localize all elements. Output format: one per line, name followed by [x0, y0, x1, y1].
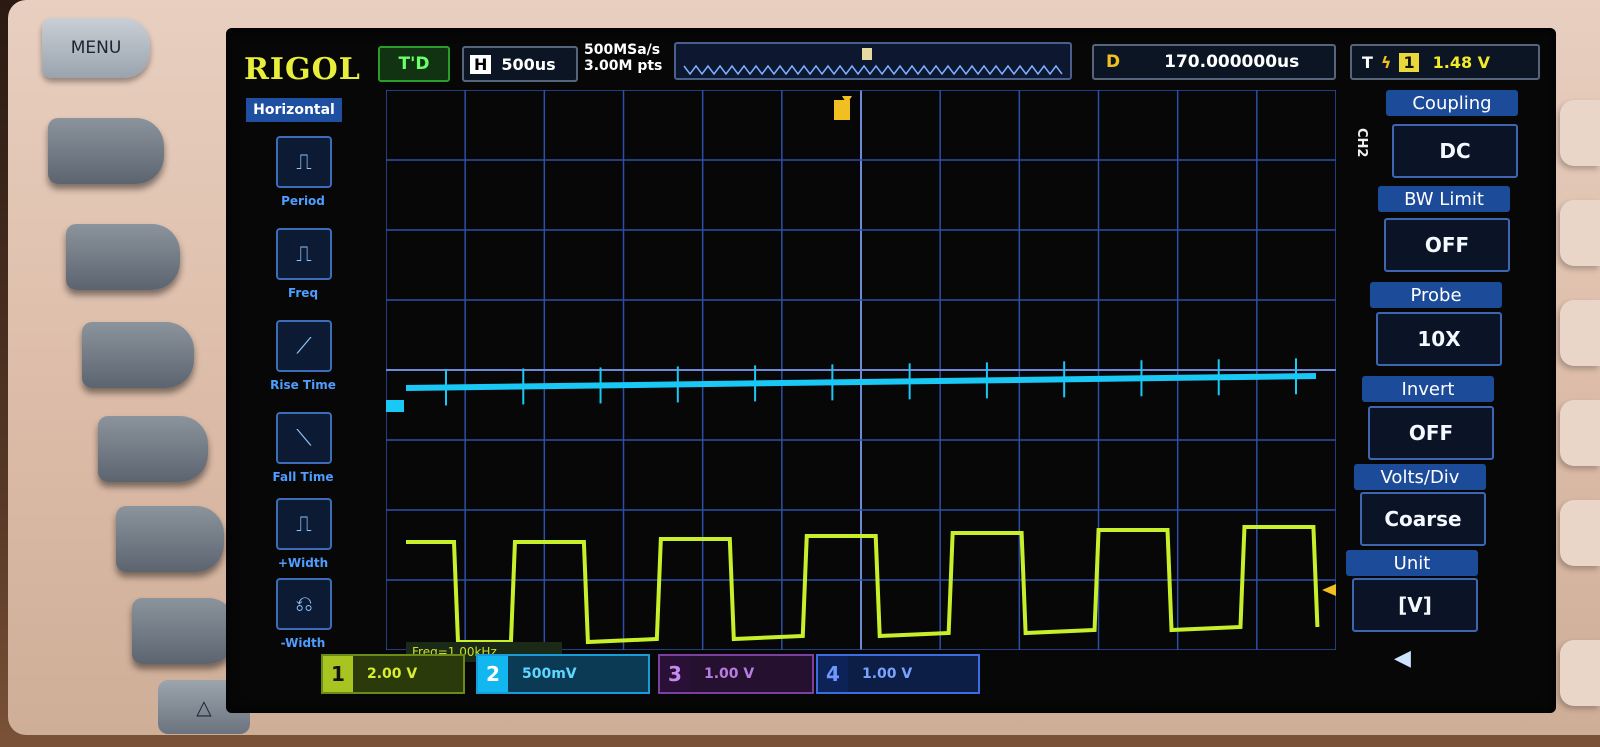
- menu-item-label: -Width: [280, 636, 326, 650]
- unit-header: Unit: [1346, 550, 1478, 576]
- sample-rate: 500MSa/s: [584, 42, 661, 58]
- probe-value[interactable]: 10X: [1376, 312, 1502, 366]
- frequency-icon: ⎍: [276, 228, 332, 280]
- invert-value[interactable]: OFF: [1368, 406, 1494, 460]
- channel-number: 1: [323, 656, 353, 692]
- acquisition-info: 500MSa/s 3.00M pts: [584, 42, 662, 74]
- timebase-box[interactable]: H 500us: [462, 46, 578, 82]
- channel-number: 3: [660, 656, 690, 692]
- softkey-2[interactable]: [66, 224, 180, 290]
- trigger-level: 1.48 V: [1432, 52, 1491, 72]
- bw-limit-value[interactable]: OFF: [1384, 218, 1510, 272]
- right-softkey-3[interactable]: [1560, 300, 1600, 366]
- volts-div-value[interactable]: Coarse: [1360, 492, 1486, 546]
- menu-title: Horizontal: [246, 98, 342, 122]
- coupling-header: Coupling: [1386, 90, 1518, 116]
- trigger-t-marker-icon: [834, 100, 850, 120]
- trigger-position-icon: [862, 48, 872, 60]
- rising-edge-icon: ϟ: [1380, 52, 1392, 72]
- probe-header: Probe: [1370, 282, 1502, 308]
- channel-2-box[interactable]: 2 500mV: [476, 654, 650, 694]
- waveform-graticule: [386, 90, 1336, 650]
- brand-logo: RIGOL: [244, 52, 361, 87]
- channel-scale: 1.00 V: [704, 666, 755, 682]
- softkey-4[interactable]: [98, 416, 208, 482]
- channel-1-box[interactable]: 1 2.00 V: [321, 654, 465, 694]
- coupling-value[interactable]: DC: [1392, 124, 1518, 178]
- channel-3-box[interactable]: 3 1.00 V: [658, 654, 814, 694]
- menu-item-negative-width[interactable]: ⎌ -Width: [268, 578, 338, 666]
- menu-item-period[interactable]: ⎍ Period: [268, 136, 338, 224]
- channel-number: 2: [478, 656, 508, 692]
- right-softkey-1[interactable]: [1560, 100, 1600, 166]
- delay-value: 170.000000us: [1164, 52, 1300, 72]
- timebase-tag: H: [470, 54, 492, 74]
- menu-item-label: Period: [281, 194, 325, 208]
- right-softkey-4[interactable]: [1560, 400, 1600, 466]
- trigger-source: 1: [1399, 52, 1419, 72]
- memory-overview-wave: [683, 48, 1063, 76]
- unit-value[interactable]: [V]: [1352, 578, 1478, 632]
- memory-overview-strip[interactable]: [674, 42, 1072, 80]
- softkey-3[interactable]: [82, 322, 194, 388]
- softkey-1[interactable]: [48, 118, 164, 184]
- right-softkey-2[interactable]: [1560, 200, 1600, 266]
- menu-item-positive-width[interactable]: ⎍ +Width: [268, 498, 338, 586]
- right-softkey-5[interactable]: [1560, 500, 1600, 566]
- horizontal-measure-menu: Horizontal ⎍ Period ⎍ Freq ⟋ Rise Time ⟍…: [246, 98, 376, 658]
- rise-edge-icon: ⟋: [276, 320, 332, 372]
- softkey-6[interactable]: [132, 598, 236, 664]
- speaker-icon[interactable]: ◀︎: [1394, 646, 1411, 671]
- right-softkey-6[interactable]: [1560, 640, 1600, 706]
- oscilloscope-bezel: MENU △ RIGOL T'D H 500us 500MSa/s 3.00M …: [8, 0, 1600, 735]
- channel-settings-menu: Coupling DC BW Limit OFF Probe 10X Inver…: [1342, 90, 1542, 660]
- softkey-5[interactable]: [116, 506, 224, 572]
- menu-item-rise-time[interactable]: ⟋ Rise Time: [268, 320, 338, 408]
- timebase-value: 500us: [501, 54, 556, 74]
- oscilloscope-screen: RIGOL T'D H 500us 500MSa/s 3.00M pts D 1…: [226, 28, 1556, 713]
- menu-item-fall-time[interactable]: ⟍ Fall Time: [268, 412, 338, 500]
- trigger-tag: T: [1362, 52, 1373, 72]
- trigger-box[interactable]: T ϟ 1 1.48 V: [1350, 44, 1540, 80]
- positive-width-icon: ⎍: [276, 498, 332, 550]
- channel-4-box[interactable]: 4 1.00 V: [816, 654, 980, 694]
- negative-width-icon: ⎌: [276, 578, 332, 630]
- fall-edge-icon: ⟍: [276, 412, 332, 464]
- volts-div-header: Volts/Div: [1354, 464, 1486, 490]
- trigger-level-marker-icon: [1322, 584, 1336, 596]
- invert-header: Invert: [1362, 376, 1494, 402]
- menu-item-label: +Width: [277, 556, 329, 570]
- ch2-ground-marker-icon: [386, 400, 404, 412]
- channel-scale: 500mV: [522, 666, 577, 682]
- pulse-train-icon: ⎍: [276, 136, 332, 188]
- menu-item-label: Freq: [287, 286, 319, 300]
- delay-tag: D: [1106, 52, 1121, 72]
- delay-box[interactable]: D 170.000000us: [1092, 44, 1336, 80]
- run-status-badge: T'D: [378, 46, 450, 82]
- channel-scale: 2.00 V: [367, 666, 418, 682]
- channel-number: 4: [818, 656, 848, 692]
- memory-depth: 3.00M pts: [584, 58, 663, 74]
- bw-limit-header: BW Limit: [1378, 186, 1510, 212]
- menu-item-label: Fall Time: [272, 470, 334, 484]
- channel-scale: 1.00 V: [862, 666, 913, 682]
- menu-button[interactable]: MENU: [42, 18, 150, 78]
- menu-item-freq[interactable]: ⎍ Freq: [268, 228, 338, 316]
- menu-item-label: Rise Time: [270, 378, 336, 392]
